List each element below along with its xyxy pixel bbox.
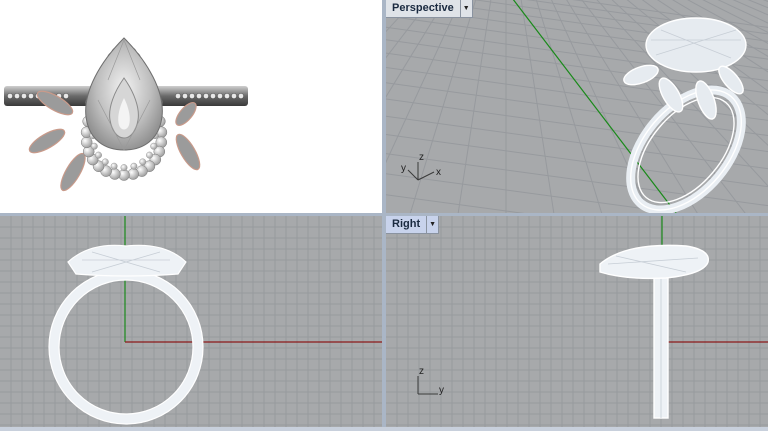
rhino-window: x y z Perspective ▼ y z Right ▼ [0,0,768,431]
front-grid [0,216,382,427]
viewport-label-right[interactable]: Right ▼ [386,216,440,234]
axis-x-label: x [436,167,441,178]
viewport-perspective[interactable]: x y z Perspective ▼ [386,0,768,213]
axis-y-label: y [401,163,406,174]
viewport-right[interactable]: y z Right ▼ [386,216,768,427]
rendered-ring-view [4,37,248,192]
viewport-label-perspective[interactable]: Perspective ▼ [386,0,473,18]
axis-y-label: y [439,385,444,396]
right-axis-widget [417,376,438,395]
perspective-ring-wireframe [623,17,747,213]
chevron-down-icon[interactable]: ▼ [459,0,472,17]
viewport-title: Right [392,218,421,230]
perspective-grid: x y z [386,0,768,213]
axis-z-label: z [419,152,424,163]
status-strip [0,427,768,431]
axis-z-label: z [419,366,424,377]
viewport-rendered[interactable] [0,0,382,213]
viewport-front[interactable] [0,216,382,427]
right-grid: y z [386,216,768,427]
viewport-title: Perspective [392,2,454,14]
chevron-down-icon[interactable]: ▼ [426,216,438,233]
pear-center-stone [85,37,163,151]
front-ring-wireframe [48,244,204,425]
